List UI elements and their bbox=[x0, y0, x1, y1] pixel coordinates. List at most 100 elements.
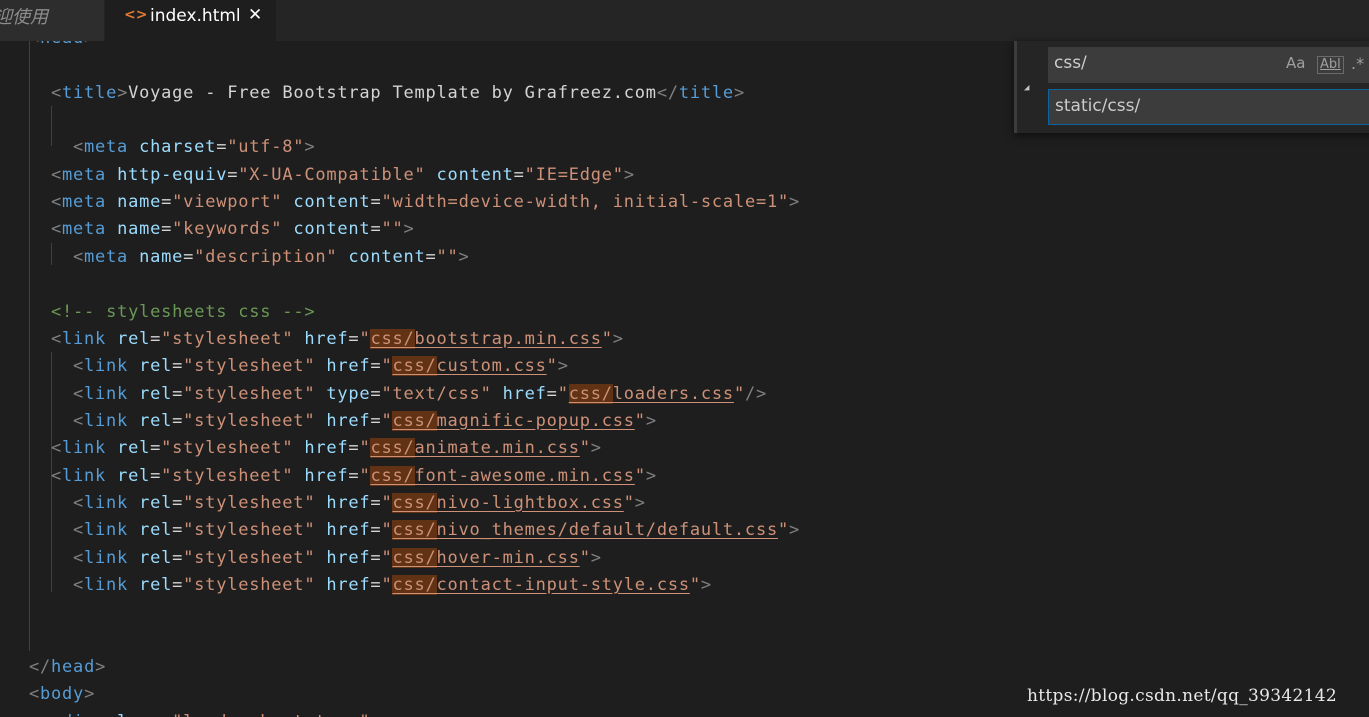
code-token: "width=device-width, initial-scale=1" bbox=[381, 192, 790, 213]
code-token: = bbox=[172, 520, 184, 541]
code-token: > bbox=[84, 41, 95, 48]
code-token: bootstrap.min.css bbox=[414, 328, 602, 349]
code-token: " bbox=[381, 547, 393, 568]
tab-index-html[interactable]: <> index.html ✕ bbox=[105, 0, 276, 41]
code-token: " bbox=[359, 438, 371, 459]
code-token: link bbox=[62, 465, 107, 486]
code-line: <link rel="stylesheet" href="css/magnifi… bbox=[73, 408, 657, 435]
code-token: = bbox=[370, 219, 382, 240]
code-token: " bbox=[381, 410, 393, 431]
find-input[interactable]: css/ Aa Abl .* bbox=[1048, 47, 1369, 83]
code-token: magnific-popup.css bbox=[436, 410, 635, 431]
code-token: "stylesheet" bbox=[183, 547, 316, 568]
code-token: href bbox=[326, 492, 371, 513]
code-token: class bbox=[106, 712, 161, 717]
code-token: = bbox=[172, 492, 184, 513]
code-token: = bbox=[183, 246, 195, 267]
code-token: "stylesheet" bbox=[161, 465, 294, 486]
code-token: rel bbox=[117, 465, 151, 486]
code-line: <link rel="stylesheet" href="css/font-aw… bbox=[51, 463, 657, 490]
code-token: rel bbox=[139, 547, 173, 568]
code-token: < bbox=[29, 684, 41, 705]
code-token: > bbox=[789, 520, 801, 541]
toggle-replace-icon[interactable]: ◢ bbox=[1024, 83, 1029, 93]
code-token: link bbox=[84, 383, 129, 404]
code-token: "stylesheet" bbox=[183, 356, 316, 377]
code-token: link bbox=[84, 575, 129, 595]
code-line: <link rel="stylesheet" href="css/animate… bbox=[51, 435, 602, 462]
code-token: head bbox=[51, 657, 96, 678]
find-match: css/ bbox=[392, 492, 437, 513]
code-token: = bbox=[172, 356, 184, 377]
code-token: < bbox=[73, 383, 85, 404]
code-token: animate.min.css bbox=[414, 438, 580, 459]
code-token: loaders.css bbox=[612, 383, 734, 404]
match-case-icon[interactable]: Aa bbox=[1286, 54, 1305, 72]
code-token: < bbox=[51, 328, 63, 349]
find-match: css/ bbox=[370, 438, 415, 459]
code-line: <meta name="viewport" content="width=dev… bbox=[51, 189, 800, 216]
code-token: " bbox=[634, 465, 646, 486]
code-token: = bbox=[161, 192, 173, 213]
code-token: = bbox=[161, 219, 173, 240]
code-token: > bbox=[590, 438, 602, 459]
code-token: head bbox=[40, 41, 84, 48]
code-token: = bbox=[348, 328, 360, 349]
code-token: content bbox=[293, 219, 371, 240]
code-token: body bbox=[40, 684, 85, 705]
code-token: content bbox=[436, 164, 514, 185]
code-token: " bbox=[777, 520, 789, 541]
code-token: " bbox=[579, 438, 591, 459]
code-editor[interactable]: <head><title>Voyage - Free Bootstrap Tem… bbox=[0, 41, 1369, 717]
code-token: > bbox=[645, 465, 657, 486]
whole-word-icon[interactable]: Abl bbox=[1317, 56, 1344, 74]
code-token: " bbox=[579, 547, 591, 568]
html-file-icon: <> bbox=[124, 7, 148, 23]
indent-guide bbox=[51, 243, 52, 265]
close-icon[interactable]: ✕ bbox=[248, 5, 262, 25]
code-line: <link rel="stylesheet" href="css/contact… bbox=[73, 572, 712, 599]
code-token: = bbox=[348, 465, 360, 486]
code-token: href bbox=[304, 438, 349, 459]
code-token: " bbox=[689, 575, 701, 595]
code-token: content bbox=[348, 246, 426, 267]
replace-input[interactable]: static/css/ bbox=[1048, 89, 1369, 125]
code-token: < bbox=[51, 164, 63, 185]
code-token: " bbox=[381, 575, 393, 595]
code-token: title bbox=[62, 82, 118, 103]
code-token: = bbox=[546, 383, 558, 404]
regex-icon[interactable]: .* bbox=[1351, 54, 1364, 73]
code-token: > bbox=[95, 657, 107, 678]
code-token: "loader-bootstrap" bbox=[172, 712, 370, 717]
code-token: "text/css" bbox=[381, 383, 492, 404]
find-input-value: css/ bbox=[1054, 53, 1087, 73]
code-token: "" bbox=[436, 246, 459, 267]
code-token: " bbox=[359, 328, 371, 349]
code-token: " bbox=[359, 465, 371, 486]
code-token: = bbox=[150, 465, 162, 486]
code-token: < bbox=[51, 465, 63, 486]
code-token: = bbox=[227, 164, 239, 185]
code-token: "keywords" bbox=[172, 219, 283, 240]
find-match: css/ bbox=[392, 547, 437, 568]
code-token: <!-- stylesheets css --> bbox=[51, 301, 316, 322]
tab-welcome[interactable]: 迎使用 bbox=[0, 0, 104, 41]
code-token: Voyage - Free Bootstrap Template by Graf… bbox=[128, 82, 657, 103]
find-match: css/ bbox=[370, 328, 415, 349]
code-token: > bbox=[370, 712, 381, 717]
tab-index-html-label: index.html bbox=[150, 6, 241, 26]
code-token: < bbox=[73, 246, 85, 267]
code-token: = bbox=[172, 547, 184, 568]
